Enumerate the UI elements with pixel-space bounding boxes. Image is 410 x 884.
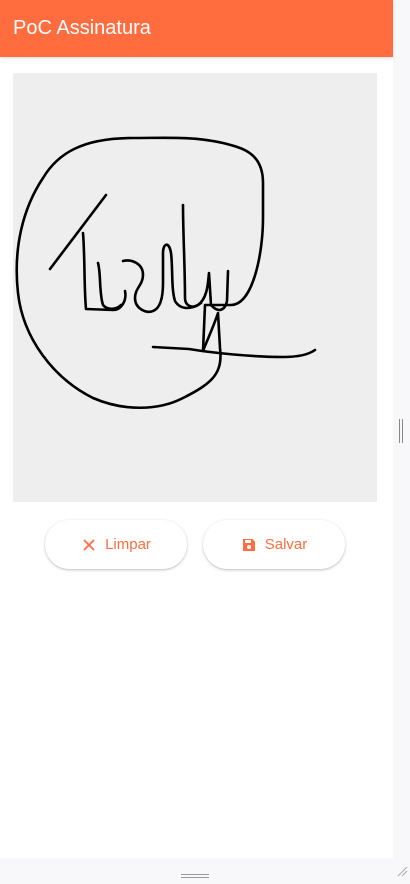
floppy-disk-icon (241, 537, 257, 553)
bottom-resize-handle[interactable] (181, 866, 209, 878)
save-button-label: Salvar (264, 536, 308, 553)
signature-stroke (181, 203, 230, 312)
signature-stroke (15, 136, 265, 410)
signature-stroke (81, 231, 127, 312)
close-icon (81, 537, 97, 553)
side-resize-handle[interactable] (398, 419, 404, 443)
signature-stroke (121, 243, 203, 314)
save-button[interactable]: Salvar (203, 520, 345, 569)
app-viewport: PoC Assinatura Limpar Salvar (0, 0, 393, 858)
clear-button-label: Limpar (105, 536, 151, 553)
signature-stroke (151, 345, 317, 359)
signature-drawing (15, 136, 317, 410)
signature-stroke (48, 193, 108, 271)
resize-grip-icon[interactable] (397, 864, 408, 877)
signature-canvas[interactable] (13, 73, 377, 502)
app-bar: PoC Assinatura (0, 0, 393, 57)
signature-stroke (96, 261, 123, 311)
clear-button[interactable]: Limpar (45, 520, 187, 569)
app-title: PoC Assinatura (13, 17, 151, 39)
